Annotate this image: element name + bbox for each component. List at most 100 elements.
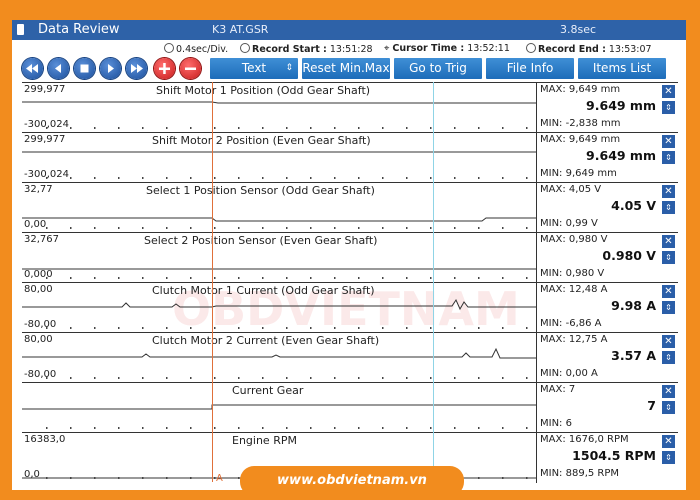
grid-tick [118,127,120,129]
channel-graph[interactable]: 80,00 Clutch Motor 1 Current (Odd Gear S… [22,283,537,333]
move-updown-icon[interactable]: ⇕ [662,251,675,264]
channel-name: Select 1 Position Sensor (Odd Gear Shaft… [146,184,375,197]
current-value: 4.05 V [611,198,656,213]
current-value: 9.649 mm [586,148,656,163]
zoom-out-button[interactable] [180,58,201,79]
display-mode-select[interactable]: Text ⇕ [210,58,298,79]
grid-tick [334,327,336,329]
grid-tick [166,327,168,329]
go-to-trigger-button[interactable]: Go to Trig [394,58,482,79]
grid-tick [310,277,312,279]
grid-tick [430,427,432,429]
close-icon[interactable]: ✕ [662,385,675,398]
move-updown-icon[interactable]: ⇕ [662,401,675,414]
grid-tick [382,127,384,129]
grid-tick [286,327,288,329]
current-value: 9.649 mm [586,98,656,113]
close-icon[interactable]: ✕ [662,135,675,148]
channel-graph[interactable]: 299,977 Shift Motor 2 Position (Even Gea… [22,133,537,183]
close-icon[interactable]: ✕ [662,285,675,298]
axis-min-label: 0,000 [24,269,53,280]
website-footer: www.obdvietnam.vn [240,466,464,496]
zoom-in-button[interactable] [154,58,175,79]
reset-minmax-button[interactable]: Reset Min.Max [302,58,390,79]
grid-tick [94,277,96,279]
grid-tick [238,127,240,129]
grid-tick [310,377,312,379]
close-icon[interactable]: ✕ [662,235,675,248]
grid-tick [118,377,120,379]
channel-graph[interactable]: 80,00 Clutch Motor 2 Current (Even Gear … [22,333,537,383]
grid-tick [478,377,480,379]
move-updown-icon[interactable]: ⇕ [662,151,675,164]
scale-icon [164,43,174,53]
grid-tick [334,227,336,229]
move-updown-icon[interactable]: ⇕ [662,301,675,314]
close-icon[interactable]: ✕ [662,435,675,448]
grid-tick [262,427,264,429]
grid-tick [70,377,72,379]
move-updown-icon[interactable]: ⇕ [662,351,675,364]
close-icon[interactable]: ✕ [662,85,675,98]
grid-tick [70,427,72,429]
move-updown-icon[interactable]: ⇕ [662,201,675,214]
grid-tick [190,277,192,279]
move-updown-icon[interactable]: ⇕ [662,451,675,464]
grid-tick [262,327,264,329]
cursor-a-label: A [216,473,223,484]
max-value: MAX: 9,649 mm [540,134,621,145]
channel-values: MAX: 9,649 mm 9.649 mm MIN: 9,649 mm ✕ ⇕ [537,133,678,183]
grid-tick [46,427,48,429]
grid-tick [526,327,528,329]
close-icon[interactable]: ✕ [662,185,675,198]
grid-tick [454,377,456,379]
axis-max-label: 80,00 [24,284,53,295]
min-value: MIN: 0,99 V [540,218,598,229]
grid-tick [286,177,288,179]
max-value: MAX: 7 [540,384,576,395]
grid-tick [166,427,168,429]
grid-tick [286,427,288,429]
grid-tick [526,427,528,429]
grid-tick [382,177,384,179]
file-info-button[interactable]: File Info [486,58,574,79]
plus-icon [159,63,170,74]
grid-tick [190,427,192,429]
grid-tick [334,277,336,279]
items-list-button[interactable]: Items List [578,58,666,79]
grid-tick [142,327,144,329]
grid-tick [406,127,408,129]
stop-button[interactable] [74,58,95,79]
grid-tick [214,227,216,229]
grid-tick [238,427,240,429]
axis-min-label: -300,024 [24,119,69,130]
cursor-a-line[interactable] [212,82,213,482]
axis-max-label: 299,977 [24,134,66,145]
channel-row: 299,977 Shift Motor 1 Position (Odd Gear… [22,82,678,133]
channel-values: MAX: 9,649 mm 9.649 mm MIN: -2,838 mm ✕ … [537,83,678,133]
grid-tick [502,477,504,479]
channel-graph[interactable]: 299,977 Shift Motor 1 Position (Odd Gear… [22,83,537,133]
channel-graph[interactable]: Current Gear [22,383,537,433]
grid-tick [526,177,528,179]
step-back-button[interactable] [48,58,69,79]
grid-tick [46,477,48,479]
channel-graph[interactable]: 32,77 Select 1 Position Sensor (Odd Gear… [22,183,537,233]
channel-row: 80,00 Clutch Motor 2 Current (Even Gear … [22,332,678,383]
grid-tick [382,327,384,329]
grid-tick [454,177,456,179]
grid-tick [214,127,216,129]
grid-tick [526,477,528,479]
close-icon[interactable]: ✕ [662,335,675,348]
rewind-fast-button[interactable] [22,58,43,79]
grid-tick [166,227,168,229]
play-button[interactable] [100,58,121,79]
rewind-fast-icon [26,64,38,73]
channel-name: Clutch Motor 1 Current (Odd Gear Shaft) [152,284,375,297]
grid-tick [526,227,528,229]
fast-forward-button[interactable] [126,58,147,79]
channel-graph[interactable]: 32,767 Select 2 Position Sensor (Even Ge… [22,233,537,283]
grid-tick [454,327,456,329]
move-updown-icon[interactable]: ⇕ [662,101,675,114]
cursor-b-line[interactable] [433,82,434,482]
